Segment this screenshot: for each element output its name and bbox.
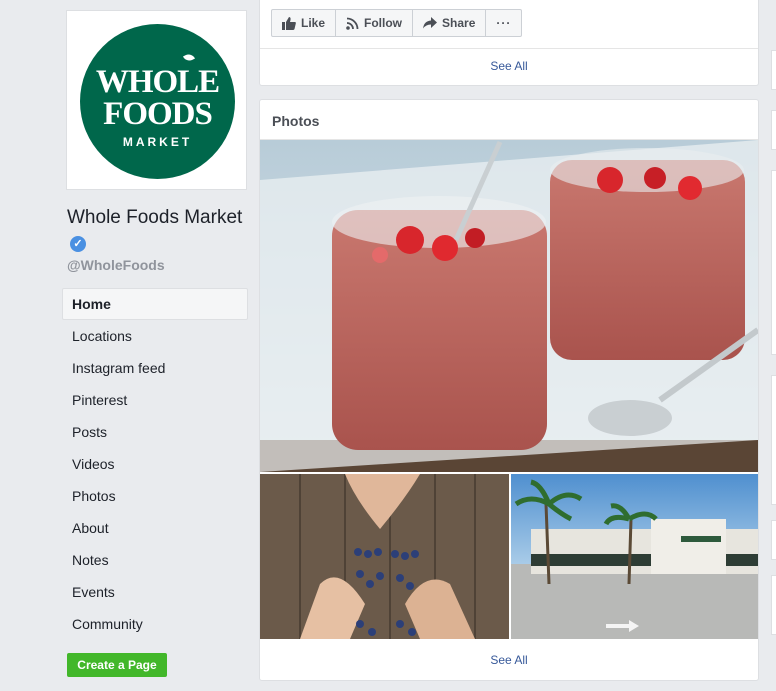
- right-column-card: [771, 575, 776, 635]
- follow-icon: [346, 17, 359, 30]
- share-label: Share: [442, 16, 476, 30]
- right-column-card: [771, 520, 776, 560]
- right-column-card: [771, 50, 776, 90]
- photo-smoothie[interactable]: [260, 140, 758, 472]
- see-all-link[interactable]: See All: [260, 59, 758, 73]
- logo-text-whole: WHOLE: [95, 64, 220, 100]
- create-page-button[interactable]: Create a Page: [67, 653, 167, 677]
- like-label: Like: [301, 16, 326, 30]
- nav-item-videos[interactable]: Videos: [62, 448, 248, 480]
- right-column-card: [771, 170, 776, 355]
- verified-badge-icon: ✓: [70, 236, 86, 252]
- page-nav: Home Locations Instagram feed Pinterest …: [62, 288, 248, 640]
- photo-hearts[interactable]: [260, 474, 509, 639]
- nav-item-posts[interactable]: Posts: [62, 416, 248, 448]
- nav-item-home[interactable]: Home: [62, 288, 248, 320]
- see-all-photos-link[interactable]: See All: [260, 653, 758, 667]
- page-handle[interactable]: @WholeFoods: [67, 257, 165, 273]
- share-button[interactable]: Share: [413, 10, 487, 36]
- nav-item-about[interactable]: About: [62, 512, 248, 544]
- photos-section: Photos See All: [259, 99, 759, 681]
- nav-item-community[interactable]: Community: [62, 608, 248, 640]
- page-profile-picture[interactable]: WHOLE FOODS MARKET: [66, 10, 247, 190]
- whole-foods-logo: WHOLE FOODS MARKET: [80, 24, 235, 179]
- more-options-button[interactable]: ···: [486, 10, 521, 36]
- logo-text-foods: FOODS: [103, 96, 213, 132]
- follow-button[interactable]: Follow: [336, 10, 414, 36]
- right-column-card: [771, 110, 776, 150]
- page-name-text[interactable]: Whole Foods Market: [67, 207, 242, 228]
- hearts-image: [260, 474, 509, 639]
- like-button[interactable]: Like: [272, 10, 337, 36]
- smoothie-image: [260, 140, 758, 472]
- page-action-bar: Like Follow Share ···: [271, 9, 523, 37]
- right-column-card: [771, 375, 776, 505]
- divider: [260, 48, 758, 49]
- photo-store[interactable]: [511, 474, 758, 639]
- leaf-icon: [182, 52, 196, 63]
- share-icon: [423, 17, 438, 29]
- nav-item-notes[interactable]: Notes: [62, 544, 248, 576]
- store-image: [511, 474, 758, 639]
- photos-title[interactable]: Photos: [272, 113, 319, 129]
- more-icon: ···: [496, 16, 512, 30]
- logo-text-market: MARKET: [122, 135, 193, 149]
- nav-item-instagram-feed[interactable]: Instagram feed: [62, 352, 248, 384]
- nav-item-pinterest[interactable]: Pinterest: [62, 384, 248, 416]
- follow-label: Follow: [364, 16, 403, 30]
- nav-item-events[interactable]: Events: [62, 576, 248, 608]
- action-card: Like Follow Share ··· See All: [259, 0, 759, 86]
- nav-item-locations[interactable]: Locations: [62, 320, 248, 352]
- like-icon: [282, 16, 296, 30]
- page-title[interactable]: Whole Foods Market ✓: [67, 205, 247, 255]
- nav-item-photos[interactable]: Photos: [62, 480, 248, 512]
